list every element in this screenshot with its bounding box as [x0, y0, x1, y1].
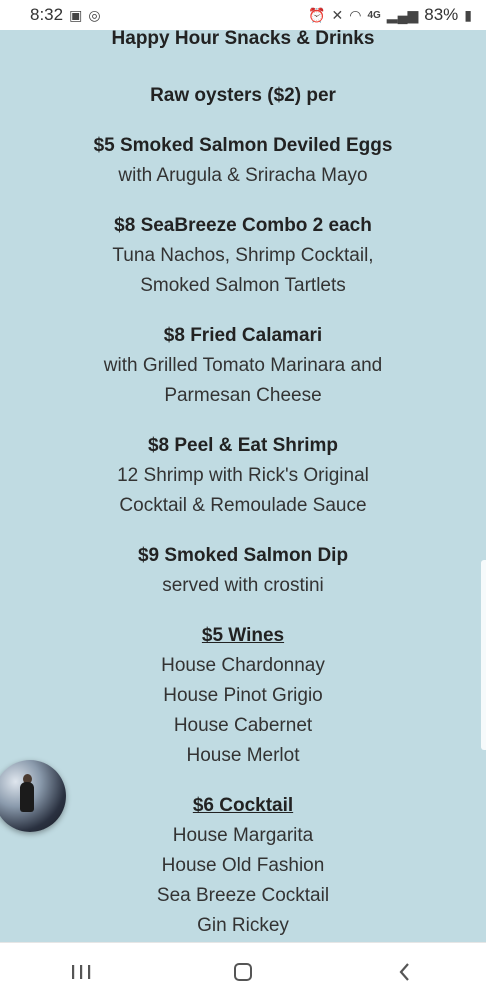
menu-item-title: $8 Fried Calamari	[163, 325, 323, 346]
menu-section: Raw oysters ($2) per	[0, 81, 486, 111]
signal-icon: ▂▄▆	[386, 6, 419, 23]
menu-category-heading: $5 Wines	[201, 625, 285, 646]
menu-section: $5 Smoked Salmon Deviled Eggs with Arugul…	[0, 131, 486, 191]
menu-section: $8 Peel & Eat Shrimp 12 Shrimp with Rick'…	[0, 431, 486, 521]
menu-section: $8 SeaBreeze Combo 2 each Tuna Nachos, Sh…	[0, 211, 486, 301]
menu-section: $8 Fried Calamari with Grilled Tomato Mar…	[0, 321, 486, 411]
menu-section: $9 Smoked Salmon Dip served with crostini	[0, 541, 486, 601]
menu-option: Sea Breeze Cocktail	[156, 885, 330, 906]
menu-option: Gin Rickey	[197, 915, 289, 936]
scroll-handle[interactable]	[481, 560, 486, 750]
mute-icon: ✕	[331, 6, 344, 23]
menu-item-title: $9 Smoked Salmon Dip	[137, 545, 349, 566]
menu-option: House Merlot	[186, 745, 300, 766]
status-time: 8:32	[30, 5, 64, 24]
battery-icon: ▮	[464, 6, 472, 23]
photo-notification-icon: ▣	[69, 6, 83, 23]
menu-item-description: served with crostini	[162, 575, 324, 596]
menu-option: House Pinot Grigio	[163, 685, 323, 706]
back-icon	[399, 963, 409, 981]
back-button[interactable]	[375, 952, 435, 992]
menu-section: $5 Wines House Chardonnay House Pinot Grig…	[0, 621, 486, 771]
menu-list: Raw oysters ($2) per $5 Smoked Salmon Dev…	[0, 81, 486, 942]
menu-section: $6 Cocktail House Margarita House Old Fash…	[0, 791, 486, 941]
status-bar: 8:32 ▣ ◎ ⏰ ✕ ◠ 4G ▂▄▆ 83% ▮	[0, 0, 486, 30]
menu-content[interactable]: Happy Hour Snacks & Drinks Raw oysters (…	[0, 30, 486, 942]
home-button[interactable]	[213, 952, 273, 992]
avatar-figure-shape	[20, 782, 34, 812]
menu-item-description: 12 Shrimp with Rick's Original	[117, 465, 369, 486]
menu-item-description: with Arugula & Sriracha Mayo	[118, 165, 368, 186]
menu-category-heading: $6 Cocktail	[192, 795, 294, 816]
page-title: Happy Hour Snacks & Drinks	[111, 30, 375, 49]
wifi-icon: ◠	[349, 6, 362, 23]
messenger-icon: ◎	[88, 6, 101, 23]
menu-option: House Old Fashion	[161, 855, 325, 876]
menu-item-description: Smoked Salmon Tartlets	[140, 275, 346, 296]
network-type-label: 4G	[367, 9, 381, 21]
menu-item-title: $5 Smoked Salmon Deviled Eggs	[93, 135, 393, 156]
navigation-bar	[0, 942, 486, 1001]
alarm-icon: ⏰	[308, 6, 326, 23]
menu-option: House Chardonnay	[161, 655, 325, 676]
menu-item-title: Raw oysters ($2) per	[150, 85, 336, 106]
menu-item-title: $8 Peel & Eat Shrimp	[147, 435, 339, 456]
menu-item-description: Cocktail & Remoulade Sauce	[119, 495, 367, 516]
menu-item-title: $8 SeaBreeze Combo 2 each	[114, 215, 372, 236]
menu-item-description: Tuna Nachos, Shrimp Cocktail,	[112, 245, 374, 266]
battery-percent: 83%	[424, 5, 459, 24]
menu-item-description: Parmesan Cheese	[164, 385, 322, 406]
menu-option: House Cabernet	[173, 715, 313, 736]
home-icon	[234, 963, 252, 981]
menu-option: House Margarita	[172, 825, 314, 846]
menu-item-description: with Grilled Tomato Marinara and	[103, 355, 383, 376]
recent-apps-icon	[72, 965, 91, 979]
recent-apps-button[interactable]	[51, 952, 111, 992]
